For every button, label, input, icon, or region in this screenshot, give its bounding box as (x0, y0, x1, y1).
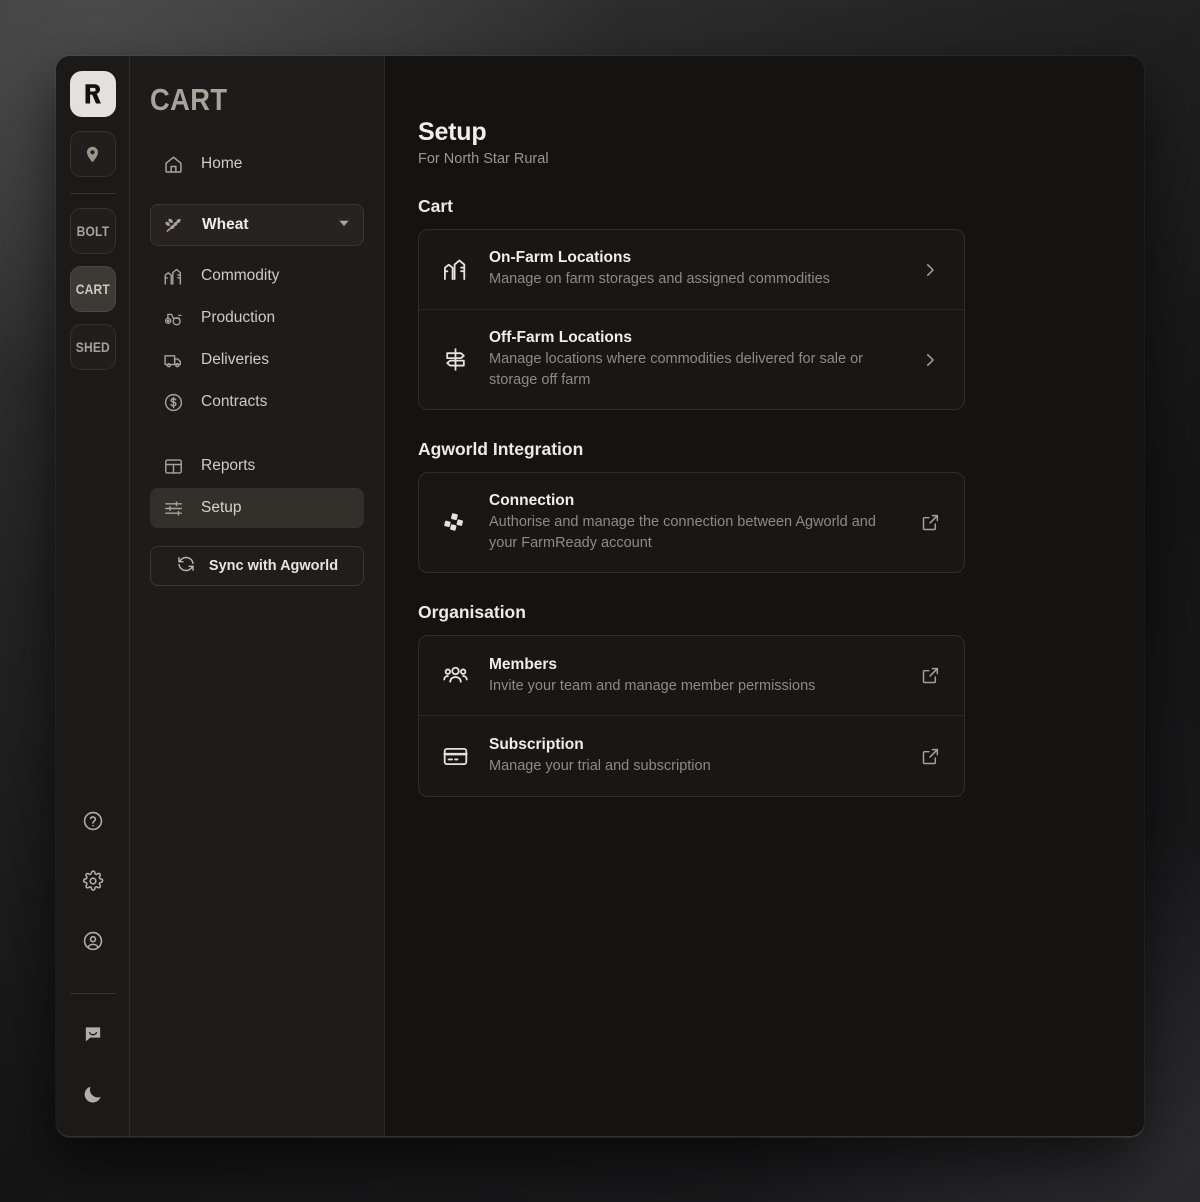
section-title-organisation: Organisation (418, 602, 1144, 623)
sidebar-item-production-label: Production (201, 309, 275, 327)
table-icon (162, 455, 184, 477)
barn-icon (162, 265, 184, 287)
section-title-cart: Cart (418, 196, 1144, 217)
setup-row-desc: Manage on farm storages and assigned com… (489, 269, 889, 290)
truck-icon (162, 349, 184, 371)
sidebar-item-setup[interactable]: Setup (150, 488, 364, 528)
sidebar-item-contracts-label: Contracts (201, 393, 267, 411)
rail-item-bolt-label: BOLT (76, 223, 109, 239)
sliders-icon (162, 497, 184, 519)
sidebar-item-production[interactable]: Production (150, 298, 364, 338)
barn-icon (441, 256, 469, 284)
chevron-down-icon (337, 216, 351, 235)
moon-icon[interactable] (71, 1072, 115, 1116)
commodity-selector[interactable]: Wheat (150, 204, 364, 246)
users-icon (441, 662, 469, 690)
nav-spacer-2 (150, 424, 364, 446)
sidebar-item-commodity-label: Commodity (201, 267, 279, 285)
setup-row-subscription[interactable]: Subscription Manage your trial and subsc… (419, 716, 964, 796)
main-content: Setup For North Star Rural Cart On-Farm … (385, 56, 1144, 1136)
nav-spacer-1 (150, 186, 364, 204)
sidebar-nav: CART Home Whe (129, 56, 385, 1136)
rail-item-cart-label: CART (75, 281, 109, 297)
setup-row-text: Connection Authorise and manage the conn… (489, 492, 898, 553)
sidebar-item-commodity[interactable]: Commodity (150, 256, 364, 296)
sidebar-item-home-label: Home (201, 155, 242, 173)
farmready-logo[interactable] (70, 71, 116, 117)
page-subtitle: For North Star Rural (418, 151, 1144, 167)
setup-row-desc: Manage your trial and subscription (489, 756, 889, 777)
external-link-icon[interactable] (918, 744, 942, 768)
gear-icon[interactable] (71, 859, 115, 903)
card-group-organisation: Members Invite your team and manage memb… (418, 635, 965, 797)
refresh-icon (176, 554, 196, 578)
home-icon (162, 153, 184, 175)
sidebar-item-contracts[interactable]: Contracts (150, 382, 364, 422)
setup-row-text: On-Farm Locations Manage on farm storage… (489, 249, 898, 290)
tractor-icon (162, 307, 184, 329)
setup-row-text: Members Invite your team and manage memb… (489, 656, 898, 697)
sidebar-item-deliveries-label: Deliveries (201, 351, 269, 369)
dollar-circle-icon (162, 391, 184, 413)
chevron-right-icon[interactable] (918, 258, 942, 282)
sidebar-item-deliveries[interactable]: Deliveries (150, 340, 364, 380)
setup-row-title: Connection (489, 492, 898, 510)
setup-row-off-farm-locations[interactable]: Off-Farm Locations Manage locations wher… (419, 310, 964, 409)
rail-item-shed-label: SHED (75, 339, 109, 355)
card-group-cart: On-Farm Locations Manage on farm storage… (418, 229, 965, 410)
wheat-icon (163, 214, 185, 236)
rail-divider-top (70, 193, 116, 194)
chat-icon[interactable] (71, 1012, 115, 1056)
signpost-icon (441, 346, 469, 374)
setup-row-title: Off-Farm Locations (489, 329, 898, 347)
rail-divider-bottom (70, 993, 116, 994)
sync-with-agworld-button[interactable]: Sync with Agworld (150, 546, 364, 586)
setup-row-title: Members (489, 656, 898, 674)
setup-row-title: Subscription (489, 736, 898, 754)
sidebar-item-home[interactable]: Home (150, 144, 364, 184)
credit-card-icon (441, 742, 469, 770)
agworld-icon (441, 509, 469, 537)
setup-row-title: On-Farm Locations (489, 249, 898, 267)
card-group-agworld: Connection Authorise and manage the conn… (418, 472, 965, 573)
setup-row-desc: Authorise and manage the connection betw… (489, 512, 889, 553)
setup-row-on-farm-locations[interactable]: On-Farm Locations Manage on farm storage… (419, 230, 964, 310)
rail-item-shed[interactable]: SHED (70, 324, 116, 370)
section-title-agworld-integration: Agworld Integration (418, 439, 1144, 460)
rail-item-bolt[interactable]: BOLT (70, 208, 116, 254)
rail-item-cart[interactable]: CART (70, 266, 116, 312)
setup-row-desc: Invite your team and manage member permi… (489, 676, 889, 697)
rail-top-group: BOLT CART SHED (70, 71, 116, 382)
page-title: Setup (418, 118, 1144, 147)
app-window: BOLT CART SHED (56, 56, 1144, 1136)
user-circle-icon[interactable] (71, 919, 115, 963)
rail-bottom-group (70, 799, 116, 1116)
external-link-icon[interactable] (918, 664, 942, 688)
setup-row-connection[interactable]: Connection Authorise and manage the conn… (419, 473, 964, 572)
setup-row-text: Subscription Manage your trial and subsc… (489, 736, 898, 777)
sidebar-title: CART (150, 82, 338, 118)
rail-item-location[interactable] (70, 131, 116, 177)
sync-with-agworld-label: Sync with Agworld (209, 558, 338, 574)
commodity-selector-label: Wheat (202, 216, 249, 234)
setup-row-members[interactable]: Members Invite your team and manage memb… (419, 636, 964, 716)
setup-row-text: Off-Farm Locations Manage locations wher… (489, 329, 898, 390)
setup-row-desc: Manage locations where commodities deliv… (489, 349, 889, 390)
sidebar-item-reports-label: Reports (201, 457, 255, 475)
chevron-right-icon[interactable] (918, 348, 942, 372)
sidebar-item-setup-label: Setup (201, 499, 242, 517)
sidebar-item-reports[interactable]: Reports (150, 446, 364, 486)
external-link-icon[interactable] (918, 511, 942, 535)
help-circle-icon[interactable] (71, 799, 115, 843)
icon-rail: BOLT CART SHED (56, 56, 129, 1136)
